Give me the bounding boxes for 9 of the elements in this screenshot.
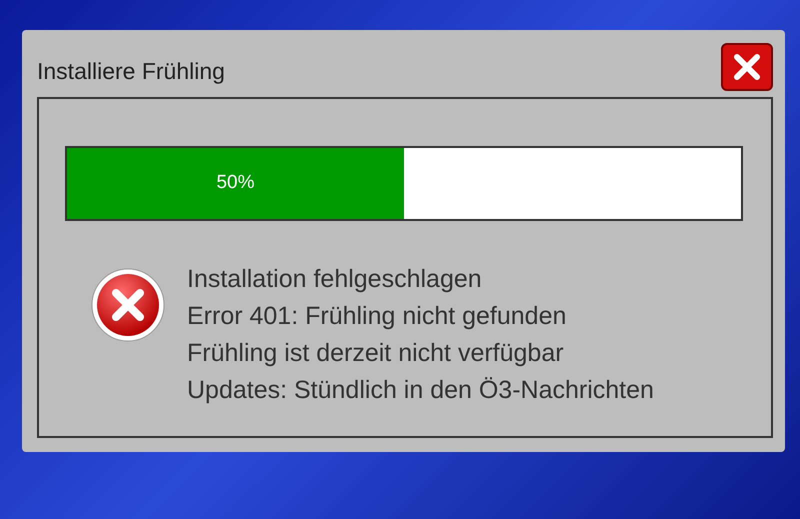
close-button[interactable] [721,42,773,90]
error-message-line: Frühling ist derzeit nicht verfügbar [187,338,565,369]
error-message-line: Error 401: Frühling nicht gefunden [187,301,568,332]
error-message-line: Installation fehlgeschlagen [187,264,483,295]
error-message-line: Updates: Stündlich in den Ö3-Nachrichten [187,375,654,406]
error-icon [90,267,166,343]
progress-percentage: 50% [216,171,255,196]
close-icon [733,52,761,80]
window-title: Installiere Frühling [37,57,225,86]
